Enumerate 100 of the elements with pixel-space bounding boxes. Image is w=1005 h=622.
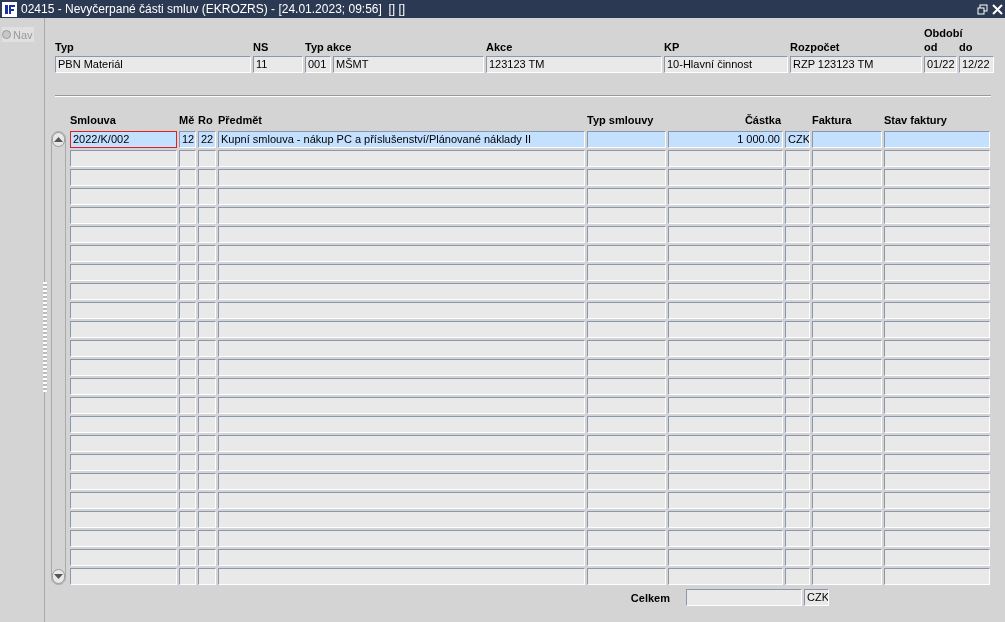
table-cell[interactable] [668,378,783,395]
table-cell[interactable] [198,169,216,186]
table-cell[interactable] [587,321,666,338]
table-cell[interactable] [198,435,216,452]
table-cell[interactable] [587,302,666,319]
table-cell[interactable] [587,340,666,357]
table-cell[interactable] [179,340,196,357]
table-cell[interactable] [179,150,196,167]
table-cell[interactable] [587,264,666,281]
table-cell[interactable] [70,226,177,243]
table-cell[interactable] [218,454,585,471]
table-cell[interactable] [587,226,666,243]
table-cell[interactable] [70,568,177,585]
input-field[interactable]: 123123 TM [486,56,662,73]
table-cell[interactable] [587,435,666,452]
table-cell[interactable] [884,340,990,357]
table-cell[interactable] [198,511,216,528]
table-cell[interactable] [70,359,177,376]
table-cell[interactable] [179,283,196,300]
table-cell[interactable] [812,321,882,338]
table-cell[interactable] [218,473,585,490]
table-cell[interactable] [218,359,585,376]
table-cell[interactable] [198,245,216,262]
table-cell[interactable] [198,188,216,205]
table-cell[interactable] [179,454,196,471]
table-cell[interactable] [198,568,216,585]
table-cell[interactable] [812,530,882,547]
table-cell[interactable] [198,492,216,509]
table-cell[interactable] [179,473,196,490]
table-cell[interactable] [70,473,177,490]
table-cell[interactable] [218,321,585,338]
table-cell[interactable] [812,283,882,300]
table-cell[interactable] [668,207,783,224]
table-cell[interactable] [70,454,177,471]
table-cell[interactable] [198,283,216,300]
table-cell[interactable] [668,568,783,585]
table-cell[interactable] [218,302,585,319]
table-cell[interactable] [70,169,177,186]
table-cell[interactable] [812,435,882,452]
table-cell[interactable] [668,416,783,433]
currency-field[interactable]: CZK [804,589,829,606]
table-cell[interactable] [587,131,666,148]
table-cell[interactable] [785,473,810,490]
table-cell[interactable] [884,150,990,167]
table-cell[interactable] [70,340,177,357]
table-cell[interactable] [884,378,990,395]
table-cell[interactable] [884,511,990,528]
table-cell[interactable] [812,226,882,243]
table-cell[interactable] [785,169,810,186]
table-cell[interactable] [587,511,666,528]
table-cell[interactable] [179,302,196,319]
table-cell[interactable] [668,321,783,338]
table-cell[interactable] [785,245,810,262]
table-cell[interactable] [198,302,216,319]
table-cell[interactable] [884,473,990,490]
table-cell[interactable] [785,416,810,433]
table-cell[interactable] [70,302,177,319]
table-cell[interactable] [218,283,585,300]
table-cell[interactable] [218,340,585,357]
table-cell[interactable]: 22 [198,131,216,148]
table-cell[interactable] [198,530,216,547]
table-cell[interactable] [884,169,990,186]
table-cell[interactable] [179,378,196,395]
table-cell[interactable] [884,454,990,471]
table-cell[interactable] [70,245,177,262]
table-cell[interactable] [812,302,882,319]
table-cell[interactable] [218,549,585,566]
table-cell[interactable] [785,549,810,566]
table-cell[interactable] [812,169,882,186]
table-cell[interactable] [70,150,177,167]
table-cell[interactable] [587,378,666,395]
table-cell[interactable] [812,207,882,224]
table-cell[interactable] [179,397,196,414]
table-cell[interactable] [70,435,177,452]
table-cell[interactable] [812,549,882,566]
table-cell[interactable] [668,245,783,262]
table-cell[interactable] [587,169,666,186]
table-cell[interactable] [812,131,882,148]
table-cell[interactable] [812,416,882,433]
table-cell[interactable] [587,530,666,547]
table-cell[interactable] [812,492,882,509]
table-cell[interactable] [812,359,882,376]
table-cell[interactable] [70,397,177,414]
table-cell[interactable] [70,511,177,528]
table-cell[interactable] [218,245,585,262]
table-cell[interactable] [70,188,177,205]
table-cell[interactable] [785,283,810,300]
table-cell[interactable] [884,435,990,452]
table-cell[interactable] [179,568,196,585]
input-field[interactable]: PBN Materiál [55,56,251,73]
table-cell[interactable] [70,549,177,566]
table-cell[interactable] [812,378,882,395]
table-cell[interactable] [70,530,177,547]
table-cell[interactable] [668,226,783,243]
table-cell[interactable] [198,416,216,433]
input-field[interactable]: MŠMT [333,56,484,73]
table-cell[interactable] [668,435,783,452]
table-cell[interactable] [668,169,783,186]
table-cell[interactable] [587,492,666,509]
table-cell[interactable] [884,321,990,338]
